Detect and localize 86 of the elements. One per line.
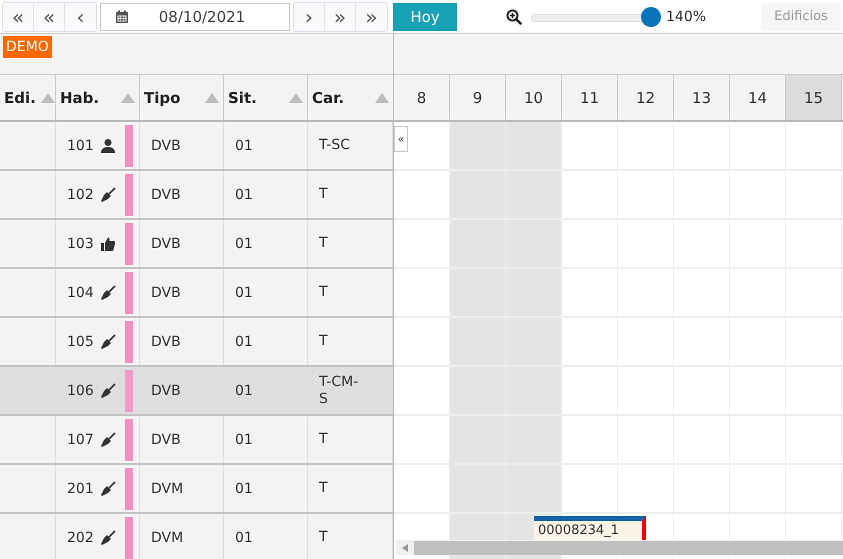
room-type: DVM <box>151 480 184 496</box>
next-button[interactable]: » <box>325 2 356 30</box>
sort-icon <box>121 92 135 102</box>
room-number: 106 <box>67 382 94 398</box>
broom-icon <box>100 432 116 448</box>
date-field[interactable]: 08/10/2021 <box>100 2 290 30</box>
room-row[interactable]: 107 DVB 01 T <box>0 416 393 465</box>
sort-icon <box>289 92 303 102</box>
room-features: T-SC <box>319 137 351 154</box>
room-status-code: 01 <box>235 382 253 398</box>
room-row[interactable]: 201 DVM 01 T <box>0 465 393 514</box>
sort-icon <box>375 92 389 102</box>
scroll-left-icon <box>402 544 408 552</box>
room-number: 101 <box>67 138 94 154</box>
room-row[interactable]: 103 DVB 01 T <box>0 220 393 269</box>
broom-icon <box>100 480 116 496</box>
sort-icon <box>205 92 219 102</box>
calendar-icon <box>115 10 129 24</box>
day-header: 12 <box>618 75 674 120</box>
demo-badge: DEMO <box>3 36 52 58</box>
room-features: T <box>319 284 329 301</box>
zoom-in-icon <box>506 8 522 24</box>
room-type: DVB <box>151 284 181 300</box>
room-status-code: 01 <box>235 236 253 252</box>
broom-icon <box>100 186 116 202</box>
previous-button[interactable]: ‹ <box>65 2 96 30</box>
day-header: 11 <box>562 75 618 120</box>
previous-button[interactable]: « <box>3 2 34 30</box>
person-icon <box>100 138 116 154</box>
zoom-reading: 140% <box>666 8 706 24</box>
broom-icon <box>100 334 116 350</box>
room-features: T <box>319 529 329 546</box>
room-features: T <box>319 431 329 448</box>
room-number: 201 <box>67 480 94 496</box>
room-number: 105 <box>67 334 94 350</box>
room-status-code: 01 <box>235 138 253 154</box>
room-number: 104 <box>67 284 94 300</box>
room-type: DVB <box>151 432 181 448</box>
room-type: DVB <box>151 138 181 154</box>
room-status-code: 01 <box>235 186 253 202</box>
column-header[interactable]: Sit. <box>224 75 308 120</box>
room-row[interactable]: 105 DVB 01 T <box>0 318 393 367</box>
room-features: T <box>319 480 329 497</box>
room-number: 202 <box>67 530 94 546</box>
booking-bar[interactable]: 00008234_1 <box>534 516 646 542</box>
broom-icon <box>100 530 116 546</box>
column-header[interactable]: Edi. <box>0 75 56 120</box>
thumbs-up-icon <box>100 236 116 252</box>
column-header[interactable]: Car. <box>308 75 393 120</box>
room-features: T-CM-S <box>319 374 360 408</box>
room-type: DVB <box>151 236 181 252</box>
room-type: DVM <box>151 530 184 546</box>
room-features: T <box>319 235 329 252</box>
room-row[interactable]: 106 DVB 01 T-CM-S <box>0 367 393 416</box>
room-type: DVB <box>151 382 181 398</box>
column-header[interactable]: Tipo <box>140 75 224 120</box>
room-status-code: 01 <box>235 284 253 300</box>
room-number: 102 <box>67 186 94 202</box>
room-features: T <box>319 333 329 350</box>
room-row[interactable]: 101 DVB 01 T-SC <box>0 122 393 171</box>
broom-icon <box>100 382 116 398</box>
room-row[interactable]: 104 DVB 01 T <box>0 269 393 318</box>
room-row[interactable]: 102 DVB 01 T <box>0 171 393 220</box>
horizontal-scrollbar[interactable] <box>396 540 843 555</box>
previous-button[interactable]: « <box>34 2 65 30</box>
day-header: 9 <box>450 75 506 120</box>
collapse-button[interactable]: « <box>394 126 408 152</box>
room-status-code: 01 <box>235 530 253 546</box>
day-header: 15 <box>786 75 842 120</box>
room-type: DVB <box>151 334 181 350</box>
day-header: 10 <box>506 75 562 120</box>
room-features: T <box>319 186 329 203</box>
room-status-code: 01 <box>235 334 253 350</box>
room-number: 107 <box>67 432 94 448</box>
room-number: 103 <box>67 236 94 252</box>
slider-thumb[interactable] <box>640 6 661 26</box>
sort-icon <box>41 92 55 102</box>
day-header: 8 <box>394 75 450 120</box>
column-header[interactable]: Hab. <box>56 75 140 120</box>
room-status-code: 01 <box>235 432 253 448</box>
next-button[interactable]: » <box>356 2 387 30</box>
next-button[interactable]: › <box>294 2 325 30</box>
room-type: DVB <box>151 186 181 202</box>
day-header: 13 <box>674 75 730 120</box>
broom-icon <box>100 284 116 300</box>
room-status-code: 01 <box>235 480 253 496</box>
